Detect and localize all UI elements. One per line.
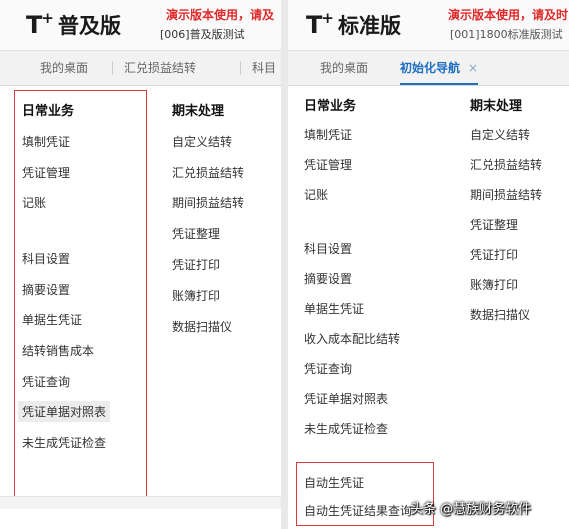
logo-mark: T (26, 11, 42, 39)
menu-voucher-query[interactable]: 凭证查询 (22, 373, 70, 390)
tab-init-navigation[interactable]: 初始化导航 × (400, 51, 479, 85)
menu-fill-voucher[interactable]: 填制凭证 (304, 126, 352, 143)
menu-data-scanner[interactable]: 数据扫描仪 (172, 318, 232, 335)
edition-name: 标准版 (337, 13, 401, 38)
tab-exchange-gain-loss[interactable]: 汇兑损益结转 (124, 51, 196, 85)
logo-plus: + (321, 9, 334, 27)
tab-label: 初始化导航 (400, 61, 461, 75)
tab-my-desktop[interactable]: 我的桌面 (320, 51, 368, 85)
menu-account-settings[interactable]: 科目设置 (22, 250, 70, 267)
company-label: [006]普及版测试 (160, 28, 245, 41)
menu-unvouchered-check[interactable]: 未生成凭证检查 (304, 420, 388, 437)
title-bar: T + 普及版 演示版本使用，请及 [006]普及版测试 (0, 0, 281, 50)
product-logo: T + 标准版 (306, 9, 401, 40)
menu-voucher-management[interactable]: 凭证管理 (22, 164, 70, 181)
menu-ledger-print[interactable]: 账簿打印 (470, 276, 518, 293)
product-logo: T + 普及版 (26, 9, 121, 40)
menu-voucher-print[interactable]: 凭证打印 (470, 246, 518, 263)
period-end-heading: 期末处理 (172, 104, 225, 119)
daily-business-heading: 日常业务 (304, 99, 357, 114)
menu-period-pl-transfer[interactable]: 期间损益结转 (172, 194, 244, 211)
standard-edition-panel-right: T + 标准版 演示版本使用，请及时 [001]1800标准版测试 我的桌面 初… (288, 0, 569, 529)
tab-divider (240, 61, 241, 75)
menu-exchange-transfer[interactable]: 汇兑损益结转 (470, 156, 542, 173)
status-bar (0, 496, 281, 509)
menu-sales-cost-transfer[interactable]: 结转销售成本 (22, 342, 94, 359)
title-bar: T + 标准版 演示版本使用，请及时 [001]1800标准版测试 (288, 0, 569, 50)
standard-edition-panel-left: T + 普及版 演示版本使用，请及 [006]普及版测试 我的桌面 汇兑损益结转… (0, 0, 281, 529)
menu-document-to-voucher[interactable]: 单据生凭证 (304, 300, 364, 317)
edition-name: 普及版 (57, 13, 121, 38)
tab-bar: 我的桌面 汇兑损益结转 科目 (0, 50, 281, 86)
tab-my-desktop[interactable]: 我的桌面 (40, 51, 88, 85)
menu-voucher-management[interactable]: 凭证管理 (304, 156, 352, 173)
tab-divider (112, 61, 113, 75)
period-end-heading: 期末处理 (470, 99, 523, 114)
menu-voucher-document-table[interactable]: 凭证单据对照表 (18, 401, 111, 422)
menu-voucher-arrange[interactable]: 凭证整理 (172, 225, 220, 242)
menu-custom-transfer[interactable]: 自定义结转 (470, 126, 530, 143)
menu-auto-voucher[interactable]: 自动生凭证 (304, 474, 364, 491)
menu-revenue-cost-matching[interactable]: 收入成本配比结转 (304, 330, 400, 347)
logo-plus: + (41, 9, 54, 27)
menu-summary-settings[interactable]: 摘要设置 (22, 281, 70, 298)
menu-voucher-arrange[interactable]: 凭证整理 (470, 216, 518, 233)
menu-account-settings[interactable]: 科目设置 (304, 240, 352, 257)
menu-custom-transfer[interactable]: 自定义结转 (172, 133, 232, 150)
menu-auto-voucher-result-query[interactable]: 自动生凭证结果查询 (304, 502, 412, 519)
menu-posting[interactable]: 记账 (22, 194, 46, 211)
menu-summary-settings[interactable]: 摘要设置 (304, 270, 352, 287)
menu-voucher-print[interactable]: 凭证打印 (172, 256, 220, 273)
demo-banner: 演示版本使用，请及时 (448, 8, 569, 22)
demo-banner: 演示版本使用，请及 (166, 8, 275, 22)
watermark-text: 头条 @慧族财务软件 (410, 502, 532, 517)
menu-posting[interactable]: 记账 (304, 186, 328, 203)
tab-bar: 我的桌面 初始化导航 × (288, 50, 569, 86)
logo-mark: T (306, 11, 322, 39)
menu-voucher-query[interactable]: 凭证查询 (304, 360, 352, 377)
daily-business-heading: 日常业务 (22, 104, 75, 119)
menu-period-pl-transfer[interactable]: 期间损益结转 (470, 186, 542, 203)
menu-exchange-transfer[interactable]: 汇兑损益结转 (172, 164, 244, 181)
close-icon[interactable]: × (468, 61, 478, 75)
menu-ledger-print[interactable]: 账簿打印 (172, 287, 220, 304)
menu-fill-voucher[interactable]: 填制凭证 (22, 133, 70, 150)
tab-accounts[interactable]: 科目 (252, 51, 276, 85)
menu-voucher-document-table[interactable]: 凭证单据对照表 (304, 390, 388, 407)
company-label: [001]1800标准版测试 (450, 28, 563, 41)
menu-data-scanner[interactable]: 数据扫描仪 (470, 306, 530, 323)
menu-unvouchered-check[interactable]: 未生成凭证检查 (22, 434, 106, 451)
menu-document-to-voucher[interactable]: 单据生凭证 (22, 311, 82, 328)
